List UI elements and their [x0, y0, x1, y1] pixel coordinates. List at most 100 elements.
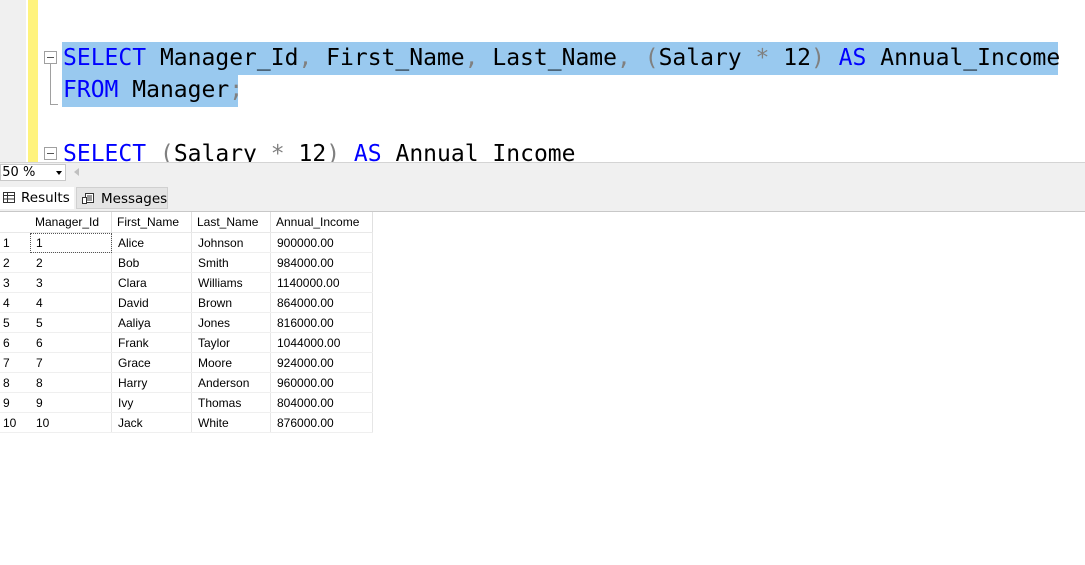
table-row[interactable]: 2 2 Bob Smith 984000.00 — [0, 252, 373, 273]
cell-first-name[interactable]: Bob — [111, 252, 192, 273]
column-first-name: First_Name — [326, 45, 465, 71]
cell-first-name[interactable]: Ivy — [111, 392, 192, 413]
cell-annual-income[interactable]: 816000.00 — [270, 312, 373, 333]
fold-guide-end — [50, 104, 58, 105]
column-header-last-name[interactable]: Last_Name — [191, 212, 271, 233]
cell-last-name[interactable]: White — [191, 412, 271, 433]
row-number[interactable]: 7 — [0, 352, 30, 373]
cell-first-name[interactable]: David — [111, 292, 192, 313]
row-number[interactable]: 6 — [0, 332, 30, 353]
table-row[interactable]: 9 9 Ivy Thomas 804000.00 — [0, 392, 373, 413]
cell-manager-id[interactable]: 4 — [30, 292, 112, 313]
results-grid[interactable]: Manager_Id First_Name Last_Name Annual_I… — [0, 212, 373, 433]
keyword-as: AS — [838, 45, 867, 71]
cell-annual-income[interactable]: 876000.00 — [270, 412, 373, 433]
table-row[interactable]: 7 7 Grace Moore 924000.00 — [0, 352, 373, 373]
multiply-operator: * — [755, 45, 770, 71]
table-row[interactable]: 6 6 Frank Taylor 1044000.00 — [0, 332, 373, 353]
paren-close: ) — [326, 141, 341, 162]
fold-guide-line — [50, 64, 51, 104]
cell-manager-id[interactable]: 10 — [30, 412, 112, 433]
row-number[interactable]: 5 — [0, 312, 30, 333]
tab-messages[interactable]: Messages — [76, 187, 168, 209]
paren-open: ( — [159, 141, 174, 162]
table-name: Manager — [132, 77, 230, 103]
cell-manager-id[interactable]: 9 — [30, 392, 112, 413]
row-number[interactable]: 10 — [0, 412, 30, 433]
code-line-3[interactable]: SELECT (Salary * 12) AS Annual Income — [63, 138, 575, 162]
row-number[interactable]: 3 — [0, 272, 30, 293]
alias-annual-income: Annual Income — [395, 141, 576, 162]
cell-first-name[interactable]: Alice — [111, 232, 192, 253]
number-literal: 12 — [298, 141, 327, 162]
zoom-level-select[interactable]: 150 % — [0, 164, 66, 181]
cell-manager-id[interactable]: 6 — [30, 332, 112, 353]
cell-annual-income[interactable]: 984000.00 — [270, 252, 373, 273]
table-row[interactable]: 1 1 Alice Johnson 900000.00 — [0, 232, 373, 253]
table-row[interactable]: 4 4 David Brown 864000.00 — [0, 292, 373, 313]
code-line-1[interactable]: SELECT Manager_Id, First_Name, Last_Name… — [63, 42, 1060, 74]
semicolon: ; — [229, 77, 244, 103]
collapse-icon[interactable] — [44, 51, 57, 64]
messages-icon — [82, 193, 94, 204]
row-number[interactable]: 4 — [0, 292, 30, 313]
column-header-manager-id[interactable]: Manager_Id — [30, 212, 112, 233]
cell-last-name[interactable]: Johnson — [191, 232, 271, 253]
row-number-header[interactable] — [0, 212, 30, 233]
table-row[interactable]: 8 8 Harry Anderson 960000.00 — [0, 372, 373, 393]
cell-last-name[interactable]: Williams — [191, 272, 271, 293]
cell-last-name[interactable]: Brown — [191, 292, 271, 313]
table-row[interactable]: 5 5 Aaliya Jones 816000.00 — [0, 312, 373, 333]
cell-manager-id[interactable]: 3 — [30, 272, 112, 293]
cell-last-name[interactable]: Jones — [191, 312, 271, 333]
cell-manager-id[interactable]: 7 — [30, 352, 112, 373]
cell-annual-income[interactable]: 864000.00 — [270, 292, 373, 313]
cell-last-name[interactable]: Anderson — [191, 372, 271, 393]
results-table: Manager_Id First_Name Last_Name Annual_I… — [0, 212, 373, 433]
row-number[interactable]: 2 — [0, 252, 30, 273]
cell-manager-id[interactable]: 5 — [30, 312, 112, 333]
column-last-name: Last_Name — [492, 45, 617, 71]
cell-first-name[interactable]: Jack — [111, 412, 192, 433]
cell-manager-id[interactable]: 1 — [30, 232, 112, 253]
tab-results-label: Results — [21, 190, 70, 206]
table-row[interactable]: 3 3 Clara Williams 1140000.00 — [0, 272, 373, 293]
keyword-select: SELECT — [63, 141, 147, 162]
column-manager-id: Manager_Id — [159, 45, 299, 71]
row-number[interactable]: 9 — [0, 392, 30, 413]
cell-last-name[interactable]: Smith — [191, 252, 271, 273]
cell-last-name[interactable]: Thomas — [191, 392, 271, 413]
grid-header-row: Manager_Id First_Name Last_Name Annual_I… — [0, 212, 373, 233]
cell-first-name[interactable]: Aaliya — [111, 312, 192, 333]
table-row[interactable]: 10 10 Jack White 876000.00 — [0, 412, 373, 433]
scroll-left-arrow-icon[interactable] — [74, 168, 79, 176]
cell-annual-income[interactable]: 1140000.00 — [270, 272, 373, 293]
code-line-2[interactable]: FROM Manager; — [63, 74, 243, 106]
cell-annual-income[interactable]: 960000.00 — [270, 372, 373, 393]
cell-last-name[interactable]: Moore — [191, 352, 271, 373]
tab-results[interactable]: Results — [0, 187, 74, 209]
cell-first-name[interactable]: Clara — [111, 272, 192, 293]
paren-close: ) — [810, 45, 825, 71]
cell-first-name[interactable]: Frank — [111, 332, 192, 353]
comma: , — [464, 45, 479, 71]
column-header-annual-income[interactable]: Annual_Income — [270, 212, 373, 233]
editor-gutter — [0, 0, 26, 162]
cell-manager-id[interactable]: 2 — [30, 252, 112, 273]
cell-annual-income[interactable]: 1044000.00 — [270, 332, 373, 353]
cell-annual-income[interactable]: 804000.00 — [270, 392, 373, 413]
column-salary: Salary — [658, 45, 742, 71]
cell-first-name[interactable]: Harry — [111, 372, 192, 393]
cell-last-name[interactable]: Taylor — [191, 332, 271, 353]
collapse-icon[interactable] — [44, 147, 57, 160]
cell-annual-income[interactable]: 924000.00 — [270, 352, 373, 373]
cell-manager-id[interactable]: 8 — [30, 372, 112, 393]
column-header-first-name[interactable]: First_Name — [111, 212, 192, 233]
comma: , — [616, 45, 631, 71]
column-salary: Salary — [173, 141, 257, 162]
cell-annual-income[interactable]: 900000.00 — [270, 232, 373, 253]
row-number[interactable]: 8 — [0, 372, 30, 393]
query-editor[interactable]: SELECT Manager_Id, First_Name, Last_Name… — [0, 0, 1085, 162]
row-number[interactable]: 1 — [0, 232, 30, 253]
cell-first-name[interactable]: Grace — [111, 352, 192, 373]
